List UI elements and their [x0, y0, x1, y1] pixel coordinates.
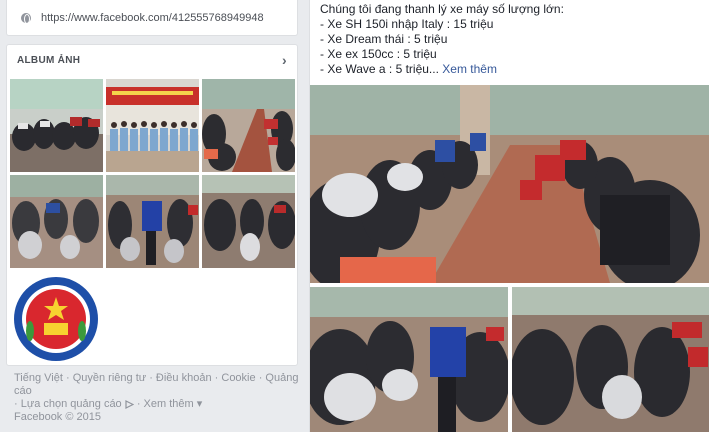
footer-link-ad-choices[interactable]: Lựa chọn quảng cáo: [21, 398, 122, 410]
page-url-card: https://www.facebook.com/412555768949948: [6, 0, 298, 36]
post-card: Chúng tôi đang thanh lý xe máy số lượng …: [309, 0, 720, 432]
footer-separator: ·: [214, 372, 219, 384]
footer-copyright: Facebook © 2015: [14, 411, 101, 423]
post-line-1: - Xe SH 150i nhập Italy : 15 triệu: [320, 17, 494, 31]
globe-icon: [21, 12, 31, 24]
footer-separator: ·: [149, 372, 153, 384]
footer-link-cookie[interactable]: Cookie: [221, 372, 255, 384]
scooter-row-photo: [202, 175, 295, 268]
adchoices-icon[interactable]: [125, 399, 135, 409]
album-thumb-5[interactable]: [106, 175, 199, 268]
scooters-left-photo: [310, 287, 508, 432]
footer-link-privacy[interactable]: Quyền riêng tư: [73, 372, 146, 384]
album-thumb-6[interactable]: [202, 175, 295, 268]
album-thumb-1[interactable]: [10, 79, 103, 172]
post-line-3: - Xe ex 150cc : 5 triệu: [320, 47, 437, 61]
post-photo-main[interactable]: [310, 85, 709, 283]
footer-separator: ·: [258, 372, 263, 384]
album-card: ALBUM ẢNH ›: [6, 44, 298, 366]
footer-link-more[interactable]: Xem thêm: [144, 398, 194, 410]
footer: Tiếng Việt · Quyền riêng tư · Điều khoản…: [14, 372, 304, 424]
parked-scooters-photo: [10, 175, 103, 268]
caret-down-icon[interactable]: ▾: [197, 398, 203, 410]
post-line-2: - Xe Dream thái : 5 triệu: [320, 32, 448, 46]
album-thumb-7[interactable]: [10, 271, 103, 364]
chevron-right-icon[interactable]: ›: [282, 52, 287, 68]
footer-links-row-1: Tiếng Việt · Quyền riêng tư · Điều khoản…: [14, 372, 304, 398]
album-thumb-4[interactable]: [10, 175, 103, 268]
album-thumb-3[interactable]: [202, 79, 295, 172]
scooters-right-photo: [512, 287, 709, 432]
footer-separator: ·: [136, 398, 141, 410]
post-photo-3[interactable]: [512, 287, 709, 432]
staff-group-photo: [106, 79, 199, 172]
album-thumb-2[interactable]: [106, 79, 199, 172]
see-more-link[interactable]: Xem thêm: [442, 62, 497, 76]
page-url-link[interactable]: https://www.facebook.com/412555768949948: [41, 12, 264, 24]
post-intro: Chúng tôi đang thanh lý xe máy số lượng …: [320, 2, 564, 16]
customs-logo: [10, 271, 103, 364]
post-line-4: - Xe Wave a : 5 triệu... Xem thêm: [320, 62, 713, 77]
footer-separator: ·: [14, 398, 18, 410]
footer-link-terms[interactable]: Điều khoản: [156, 372, 212, 384]
post-line-4-text: - Xe Wave a : 5 triệu...: [320, 62, 439, 76]
motorbike-alley-photo: [202, 79, 295, 172]
footer-link-language[interactable]: Tiếng Việt: [14, 372, 63, 384]
album-title: ALBUM ẢNH: [17, 54, 81, 66]
footer-links-row-2: · Lựa chọn quảng cáo · Xem thêm ▾: [14, 398, 304, 411]
post-text: Chúng tôi đang thanh lý xe máy số lượng …: [310, 2, 720, 77]
post-photo-2[interactable]: [310, 287, 508, 432]
footer-separator: ·: [65, 372, 70, 384]
blue-motorbikes-photo: [106, 175, 199, 268]
left-column: https://www.facebook.com/412555768949948…: [6, 0, 298, 423]
motorbike-showroom-photo: [10, 79, 103, 172]
main-motorbike-photo: [310, 85, 709, 283]
album-header[interactable]: ALBUM ẢNH ›: [7, 45, 297, 75]
